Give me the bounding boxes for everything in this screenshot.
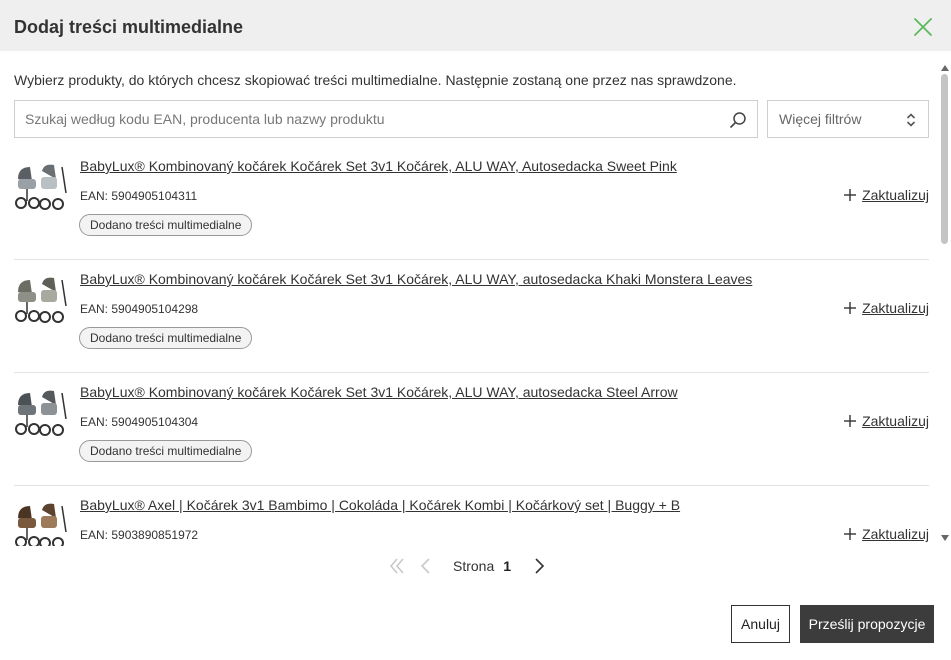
instructions-text: Wybierz produkty, do których chcesz skop…: [14, 72, 737, 88]
more-filters-select[interactable]: Więcej filtrów: [767, 100, 929, 138]
product-name-link[interactable]: BabyLux® Kombinovaný kočárek Kočárek Set…: [80, 158, 677, 174]
product-ean: EAN: 5904905104304: [80, 415, 199, 429]
stroller-thumbnail: [15, 390, 67, 436]
stroller-thumbnail: [15, 164, 67, 210]
update-button-label: Zaktualizuj: [862, 187, 929, 203]
first-page-icon[interactable]: [389, 556, 405, 576]
page-label: Strona: [453, 558, 495, 574]
search-field[interactable]: [14, 100, 758, 138]
status-badge: Dodano treści multimedialne: [79, 214, 253, 236]
product-row: BabyLux® Kombinovaný kočárek Kočárek Set…: [14, 147, 929, 260]
product-name-link[interactable]: BabyLux® Kombinovaný kočárek Kočárek Set…: [80, 271, 752, 287]
search-icon[interactable]: [729, 111, 747, 129]
update-button-label: Zaktualizuj: [862, 526, 929, 542]
scroll-up-icon[interactable]: [941, 65, 949, 71]
plus-icon: [844, 415, 857, 427]
product-name-link[interactable]: BabyLux® Kombinovaný kočárek Kočárek Set…: [80, 384, 678, 400]
thumb-group: [15, 390, 67, 436]
dialog-content[interactable]: Wybierz produkty, do których chcesz skop…: [0, 51, 951, 546]
close-icon: [914, 18, 932, 36]
status-badge: Dodano treści multimedialne: [79, 440, 253, 462]
more-filters-label: Więcej filtrów: [779, 111, 862, 127]
cancel-button[interactable]: Anuluj: [731, 605, 790, 643]
status-badge: Dodano treści multimedialne: [79, 327, 253, 349]
scroll-down-icon[interactable]: [941, 535, 949, 541]
stroller-thumbnail: [15, 503, 67, 546]
next-page-icon[interactable]: [534, 556, 546, 576]
update-button-label: Zaktualizuj: [862, 413, 929, 429]
product-name-link[interactable]: BabyLux® Axel | Kočárek 3v1 Bambimo | Co…: [80, 497, 680, 513]
close-button[interactable]: [911, 15, 935, 39]
scrollbar-thumb[interactable]: [941, 74, 948, 244]
update-button[interactable]: Zaktualizuj: [843, 524, 929, 544]
stroller-thumbnail: [15, 277, 67, 323]
pagination: Strona 1: [389, 554, 546, 578]
update-button-label: Zaktualizuj: [862, 300, 929, 316]
product-row: BabyLux® Kombinovaný kočárek Kočárek Set…: [14, 373, 929, 486]
update-button[interactable]: Zaktualizuj: [843, 298, 929, 318]
product-row: BabyLux® Axel | Kočárek 3v1 Bambimo | Co…: [14, 486, 929, 546]
dialog-header: Dodaj treści multimedialne: [0, 0, 951, 51]
thumb-group: [15, 164, 67, 210]
scrollbar[interactable]: [938, 61, 951, 546]
plus-icon: [844, 528, 857, 540]
plus-icon: [844, 189, 857, 201]
sort-arrows-icon: [906, 113, 916, 127]
update-button[interactable]: Zaktualizuj: [843, 185, 929, 205]
prev-page-icon[interactable]: [419, 556, 431, 576]
product-ean: EAN: 5904905104298: [80, 302, 199, 316]
update-button[interactable]: Zaktualizuj: [843, 411, 929, 431]
product-list: BabyLux® Kombinovaný kočárek Kočárek Set…: [14, 147, 929, 546]
thumb-group: [15, 503, 67, 546]
product-ean: EAN: 5904905104311: [80, 189, 198, 203]
product-ean: EAN: 5903890851972: [80, 528, 199, 542]
search-input[interactable]: [25, 101, 715, 137]
submit-proposals-button[interactable]: Prześlij propozycje: [800, 605, 934, 643]
thumb-group: [15, 277, 67, 323]
product-row: BabyLux® Kombinovaný kočárek Kočárek Set…: [14, 260, 929, 373]
current-page-number: 1: [503, 558, 512, 574]
plus-icon: [844, 302, 857, 314]
dialog-title: Dodaj treści multimedialne: [14, 17, 244, 37]
